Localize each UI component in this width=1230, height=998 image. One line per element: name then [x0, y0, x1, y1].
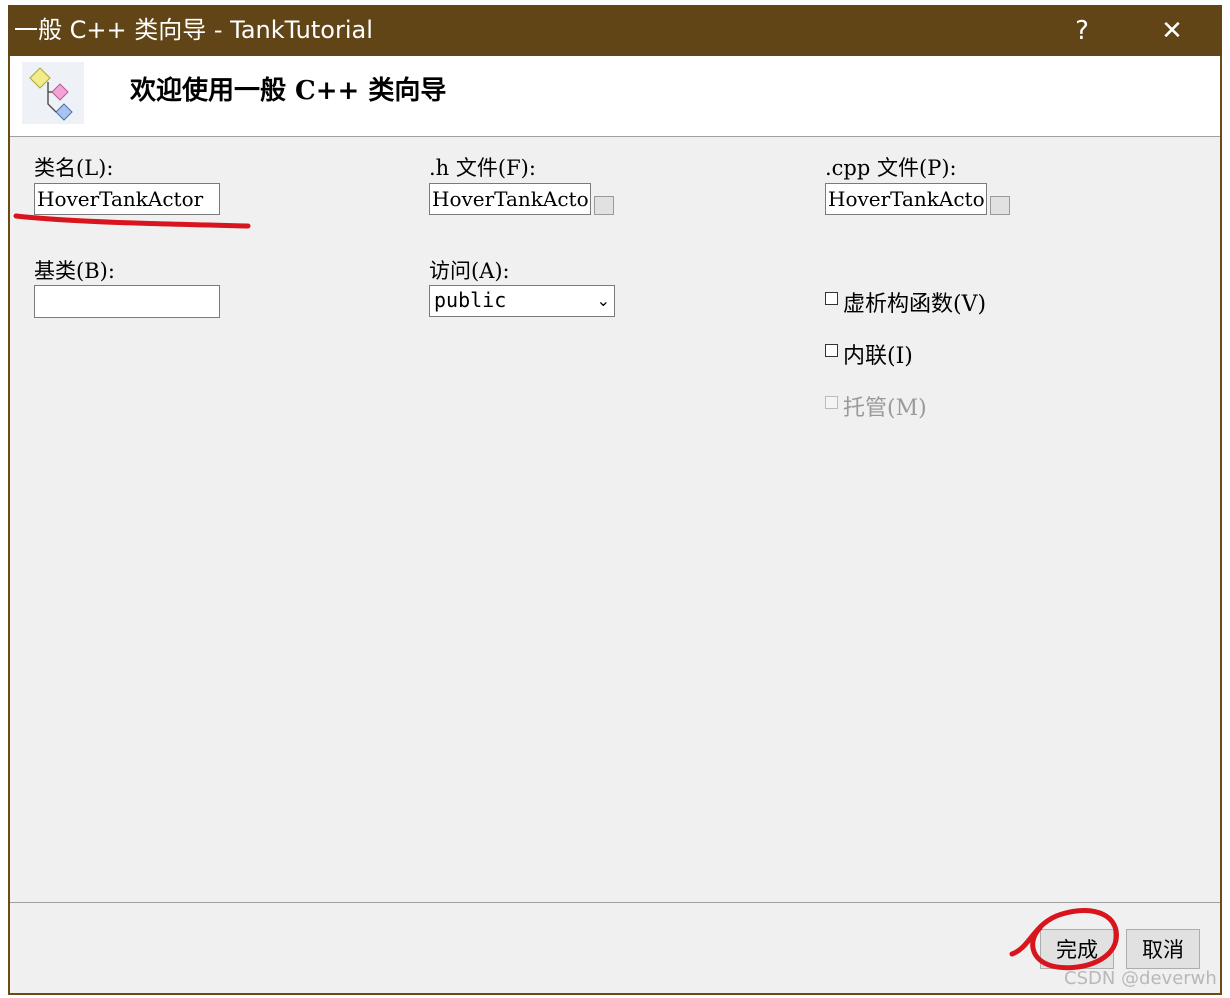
cpp-file-input[interactable]: HoverTankActo: [825, 183, 987, 215]
window-title: 一般 C++ 类向导 - TankTutorial: [14, 16, 373, 44]
managed-checkbox: [825, 396, 838, 409]
chevron-down-icon: ⌄: [596, 291, 610, 310]
managed-label: 托管(M): [843, 396, 927, 421]
access-select[interactable]: public ⌄: [429, 285, 615, 317]
help-button[interactable]: ?: [1052, 5, 1112, 56]
cancel-button[interactable]: 取消: [1126, 929, 1200, 969]
inline-checkbox[interactable]: [825, 344, 838, 357]
base-class-label: 基类(B):: [34, 259, 115, 283]
cpp-file-label: .cpp 文件(P):: [825, 156, 957, 180]
wizard-banner: 欢迎使用一般 C++ 类向导: [10, 56, 1220, 137]
virtual-destructor-label[interactable]: 虚析构函数(V): [843, 286, 986, 318]
h-file-browse-button[interactable]: [594, 196, 614, 215]
h-file-label: .h 文件(F):: [429, 156, 536, 180]
finish-button[interactable]: 完成: [1040, 929, 1114, 969]
access-selected-value: public: [434, 288, 507, 312]
h-file-input[interactable]: HoverTankActo: [429, 183, 591, 215]
dialog-window: 一般 C++ 类向导 - TankTutorial ? ✕ 欢迎使用一般 C++…: [8, 5, 1222, 995]
cpp-file-browse-button[interactable]: [990, 196, 1010, 215]
class-wizard-icon: [22, 62, 84, 124]
wizard-heading: 欢迎使用一般 C++ 类向导: [130, 76, 447, 106]
base-class-input[interactable]: [34, 285, 220, 318]
inline-label[interactable]: 内联(I): [843, 338, 913, 370]
class-name-input[interactable]: HoverTankActor: [34, 183, 220, 215]
footer-divider: [10, 902, 1220, 903]
class-name-label: 类名(L):: [34, 156, 114, 180]
csdn-watermark: CSDN @deverwh: [1064, 968, 1217, 989]
close-button[interactable]: ✕: [1142, 5, 1202, 56]
access-label: 访问(A):: [429, 259, 510, 283]
title-bar[interactable]: 一般 C++ 类向导 - TankTutorial ? ✕: [8, 5, 1222, 56]
virtual-destructor-checkbox[interactable]: [825, 292, 838, 305]
dialog-body: 欢迎使用一般 C++ 类向导 类名(L): HoverTankActor .h …: [10, 56, 1220, 993]
